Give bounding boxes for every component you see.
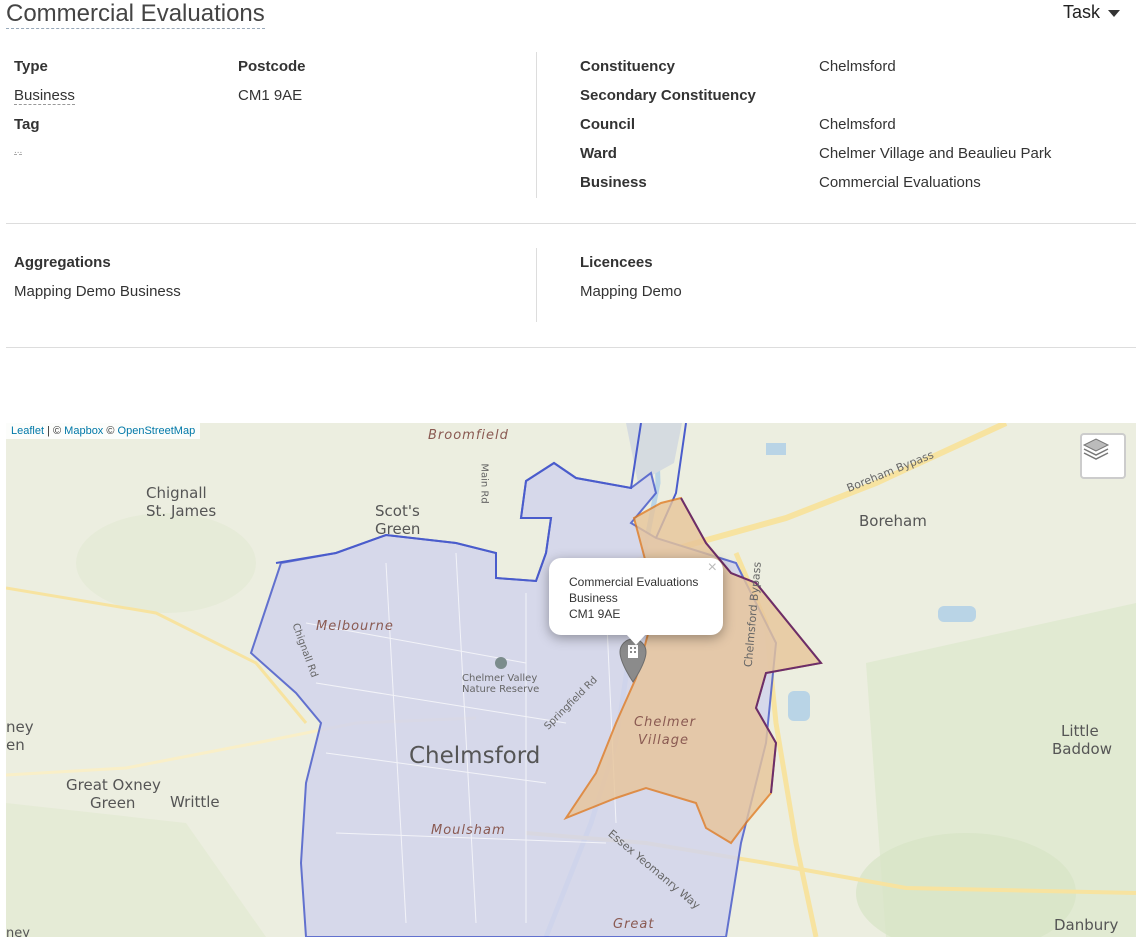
page-title: Commercial Evaluations <box>6 0 265 29</box>
map-label-en: en <box>6 736 25 754</box>
map-label-ney: ney <box>6 718 34 736</box>
postcode-value: CM1 9AE <box>238 87 303 104</box>
map-label-moulsham: Moulsham <box>431 823 506 838</box>
map-label-nature-reserve: Nature Reserve <box>462 684 540 695</box>
map-label-scots: Scot's <box>375 502 420 520</box>
map[interactable]: Broomfield Chignall St. James Scot's Gre… <box>6 423 1136 937</box>
type-value[interactable]: Business <box>14 87 75 105</box>
map-label-boreham: Boreham <box>859 512 927 530</box>
popup-line-type: Business <box>569 591 618 605</box>
attribution-separator: © <box>103 425 118 437</box>
map-label-village: Village <box>638 733 689 748</box>
caret-down-icon <box>1108 10 1120 17</box>
popup-line-postcode: CM1 9AE <box>569 607 621 621</box>
ward-label: Ward <box>580 145 617 162</box>
licencees-link[interactable]: Mapping Demo <box>580 283 682 300</box>
task-label: Task <box>1062 2 1100 22</box>
attribution-separator: | © <box>44 425 65 437</box>
map-label-main-rd: Main Rd <box>478 463 490 504</box>
ward-link[interactable]: Chelmer Village and Beaulieu Park <box>819 145 1051 162</box>
licencees-label: Licencees <box>580 254 653 271</box>
column-divider <box>536 52 537 198</box>
postcode-label: Postcode <box>238 58 306 75</box>
map-label-bottom-ney: ney <box>6 926 30 937</box>
mapbox-link[interactable]: Mapbox <box>64 425 103 437</box>
relations-section: Aggregations Mapping Demo Business Licen… <box>6 248 1136 348</box>
layers-icon <box>1082 438 1110 460</box>
aggregations-label: Aggregations <box>14 254 111 271</box>
map-label-scots-green: Green <box>375 520 421 538</box>
map-label-chelmer-valley: Chelmer Valley <box>462 673 538 684</box>
layers-control-button[interactable] <box>1080 433 1126 479</box>
business-label: Business <box>580 174 647 191</box>
map-label-danbury: Danbury <box>1054 916 1119 934</box>
map-label-great: Great <box>613 917 655 932</box>
tag-label: Tag <box>14 116 40 133</box>
secondary-constituency-label: Secondary Constituency <box>580 87 756 104</box>
map-label-writtle: Writtle <box>170 793 220 811</box>
type-label: Type <box>14 58 48 75</box>
column-divider <box>536 248 537 322</box>
council-link[interactable]: Chelmsford <box>819 116 896 133</box>
map-label-great-oxney: Great Oxney <box>66 776 161 794</box>
aggregations-link[interactable]: Mapping Demo Business <box>14 283 181 300</box>
constituency-link[interactable]: Chelmsford <box>819 58 896 75</box>
map-label-little: Little <box>1061 722 1099 740</box>
map-label-chignall: Chignall <box>146 484 207 502</box>
details-section: Type Business Postcode CM1 9AE Tag ... C… <box>6 52 1136 224</box>
map-attribution: Leaflet | © Mapbox © OpenStreetMap <box>6 423 201 439</box>
openstreetmap-link[interactable]: OpenStreetMap <box>118 425 196 437</box>
close-icon[interactable]: × <box>708 560 717 576</box>
business-link[interactable]: Commercial Evaluations <box>819 174 981 191</box>
map-label-st-james: St. James <box>146 502 217 520</box>
constituency-label: Constituency <box>580 58 676 75</box>
task-menu-button[interactable]: Task <box>1063 2 1120 23</box>
map-label-baddow: Baddow <box>1052 740 1112 758</box>
map-label-melbourne: Melbourne <box>316 619 394 634</box>
tag-value[interactable]: ... <box>14 146 23 156</box>
map-label-broomfield: Broomfield <box>428 428 509 443</box>
map-popup: × Commercial Evaluations Business CM1 9A… <box>549 558 723 645</box>
popup-line-business-name: Commercial Evaluations <box>569 575 699 589</box>
nature-reserve-icon <box>495 657 507 669</box>
leaflet-link[interactable]: Leaflet <box>11 425 44 437</box>
map-label-chelmsford: Chelmsford <box>409 743 541 769</box>
council-label: Council <box>580 116 635 133</box>
map-label-oxney-green: Green <box>90 794 136 812</box>
map-label-chelmer: Chelmer <box>634 715 696 730</box>
